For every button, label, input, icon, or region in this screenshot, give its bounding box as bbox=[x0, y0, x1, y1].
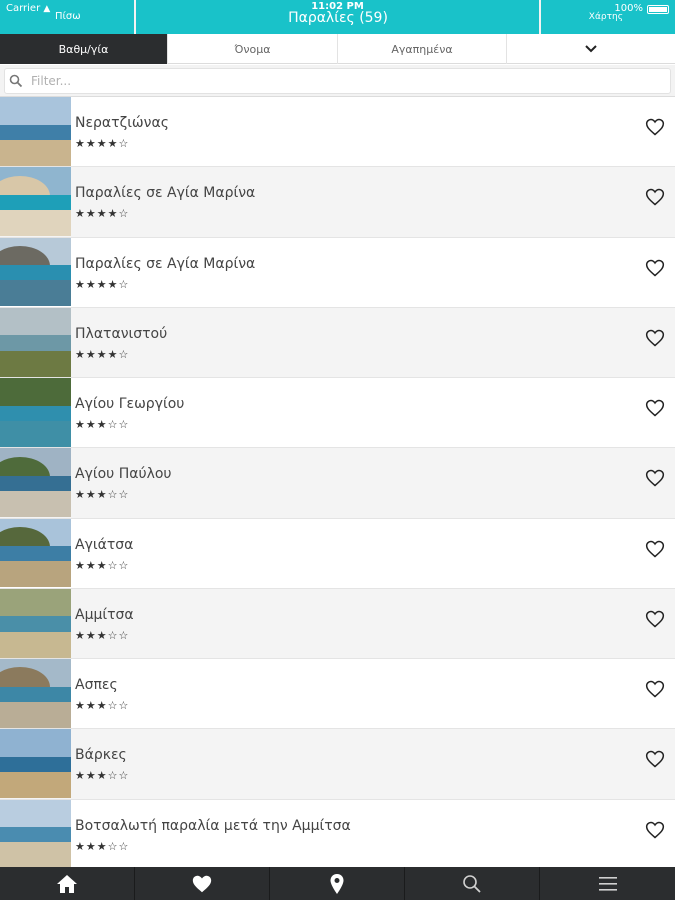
star-rating: ★★★☆☆ bbox=[75, 488, 130, 502]
heart-outline-icon[interactable] bbox=[645, 679, 665, 699]
star-rating: ★★★☆☆ bbox=[75, 839, 130, 853]
heart-outline-icon[interactable] bbox=[645, 749, 665, 769]
beach-thumbnail bbox=[0, 448, 71, 518]
page-title: Παραλίες (59) bbox=[288, 10, 388, 26]
beach-thumbnail bbox=[0, 659, 71, 728]
top-bar: Carrier ▲ 11:02 PM 100% Πίσω Παραλίες (5… bbox=[0, 0, 675, 34]
beach-name: Βοτσαλωτή παραλία μετά την Αμμίτσα bbox=[75, 817, 351, 834]
nav-menu[interactable] bbox=[540, 867, 675, 900]
sort-tabs: Βαθμ/γία Όνομα Αγαπημένα bbox=[0, 34, 675, 64]
heart-outline-icon[interactable] bbox=[645, 820, 665, 840]
heart-icon bbox=[192, 875, 212, 892]
list-item[interactable]: Πλατανιστού ★★★★☆ bbox=[0, 307, 675, 378]
map-pin-icon bbox=[330, 873, 344, 894]
filter-input[interactable] bbox=[31, 74, 631, 88]
heart-outline-icon[interactable] bbox=[645, 468, 665, 488]
search-icon bbox=[9, 74, 23, 88]
search-icon bbox=[463, 874, 481, 893]
beach-thumbnail bbox=[0, 588, 71, 658]
list-item[interactable]: Ασπες ★★★☆☆ bbox=[0, 659, 675, 730]
star-rating: ★★★☆☆ bbox=[75, 418, 130, 431]
beach-name: Αγίου Γεωργίου bbox=[75, 396, 185, 412]
nav-search[interactable] bbox=[405, 867, 540, 900]
beach-name: Αμμίτσα bbox=[75, 606, 134, 623]
list-item[interactable]: Αμμίτσα ★★★☆☆ bbox=[0, 588, 675, 659]
heart-outline-icon[interactable] bbox=[645, 258, 665, 278]
tab-more[interactable] bbox=[507, 34, 675, 64]
list-item[interactable]: Βάρκες ★★★☆☆ bbox=[0, 729, 675, 800]
beach-name: Παραλίες σε Αγία Μαρίνα bbox=[75, 255, 256, 272]
beach-thumbnail bbox=[0, 518, 71, 588]
list-item[interactable]: Αγίου Γεωργίου ★★★☆☆ bbox=[0, 378, 675, 449]
tab-name[interactable]: Όνομα bbox=[168, 34, 338, 64]
map-button[interactable]: Χάρτης bbox=[589, 12, 623, 22]
battery-icon bbox=[647, 4, 669, 14]
bottom-tab-bar bbox=[0, 867, 675, 900]
star-rating: ★★★★☆ bbox=[75, 347, 130, 361]
list-item[interactable]: Νερατζιώνας ★★★★☆ bbox=[0, 97, 675, 168]
list-item[interactable]: Αγίου Παύλου ★★★☆☆ bbox=[0, 448, 675, 519]
star-rating: ★★★☆☆ bbox=[75, 628, 130, 642]
beach-name: Αγιάτσα bbox=[75, 536, 134, 553]
tab-favorites[interactable]: Αγαπημένα bbox=[338, 34, 507, 64]
tab-rating[interactable]: Βαθμ/γία bbox=[0, 34, 168, 64]
star-rating: ★★★★☆ bbox=[75, 207, 130, 221]
beach-name: Αγίου Παύλου bbox=[75, 466, 172, 483]
beach-name: Βάρκες bbox=[75, 747, 127, 764]
heart-outline-icon[interactable] bbox=[645, 187, 665, 207]
list-item[interactable]: Παραλίες σε Αγία Μαρίνα ★★★★☆ bbox=[0, 237, 675, 308]
beach-thumbnail bbox=[0, 167, 71, 237]
nav-map[interactable] bbox=[270, 867, 405, 900]
list-item[interactable]: Παραλίες σε Αγία Μαρίνα ★★★★☆ bbox=[0, 167, 675, 238]
beach-thumbnail bbox=[0, 729, 71, 799]
beach-name: Ασπες bbox=[75, 677, 118, 693]
list-item[interactable]: Βοτσαλωτή παραλία μετά την Αμμίτσα ★★★☆☆ bbox=[0, 799, 675, 867]
home-icon bbox=[57, 874, 77, 893]
heart-outline-icon[interactable] bbox=[645, 398, 665, 418]
filter-bar bbox=[0, 65, 675, 97]
beach-thumbnail bbox=[0, 237, 71, 307]
star-rating: ★★★★☆ bbox=[75, 277, 130, 291]
heart-outline-icon[interactable] bbox=[645, 539, 665, 559]
star-rating: ★★★☆☆ bbox=[75, 558, 130, 572]
beach-thumbnail bbox=[0, 307, 71, 377]
beach-list: Νερατζιώνας ★★★★☆ Παραλίες σε Αγία Μαρίν… bbox=[0, 97, 675, 867]
beach-name: Νερατζιώνας bbox=[75, 115, 169, 131]
star-rating: ★★★☆☆ bbox=[75, 699, 130, 712]
star-rating: ★★★☆☆ bbox=[75, 769, 130, 783]
chevron-down-icon bbox=[585, 45, 597, 53]
nav-favorites[interactable] bbox=[135, 867, 270, 900]
nav-home[interactable] bbox=[0, 867, 135, 900]
heart-outline-icon[interactable] bbox=[645, 117, 665, 137]
star-rating: ★★★★☆ bbox=[75, 137, 130, 150]
beach-thumbnail bbox=[0, 799, 71, 867]
list-item[interactable]: Αγιάτσα ★★★☆☆ bbox=[0, 518, 675, 589]
beach-thumbnail bbox=[0, 378, 71, 447]
filter-box bbox=[4, 68, 671, 94]
heart-outline-icon[interactable] bbox=[645, 609, 665, 629]
beach-name: Παραλίες σε Αγία Μαρίνα bbox=[75, 185, 256, 202]
menu-icon bbox=[598, 876, 617, 891]
beach-name: Πλατανιστού bbox=[75, 325, 168, 342]
heart-outline-icon[interactable] bbox=[645, 328, 665, 348]
beach-thumbnail bbox=[0, 97, 71, 166]
app-screen: Carrier ▲ 11:02 PM 100% Πίσω Παραλίες (5… bbox=[0, 0, 675, 900]
back-button[interactable]: Πίσω bbox=[55, 11, 81, 23]
